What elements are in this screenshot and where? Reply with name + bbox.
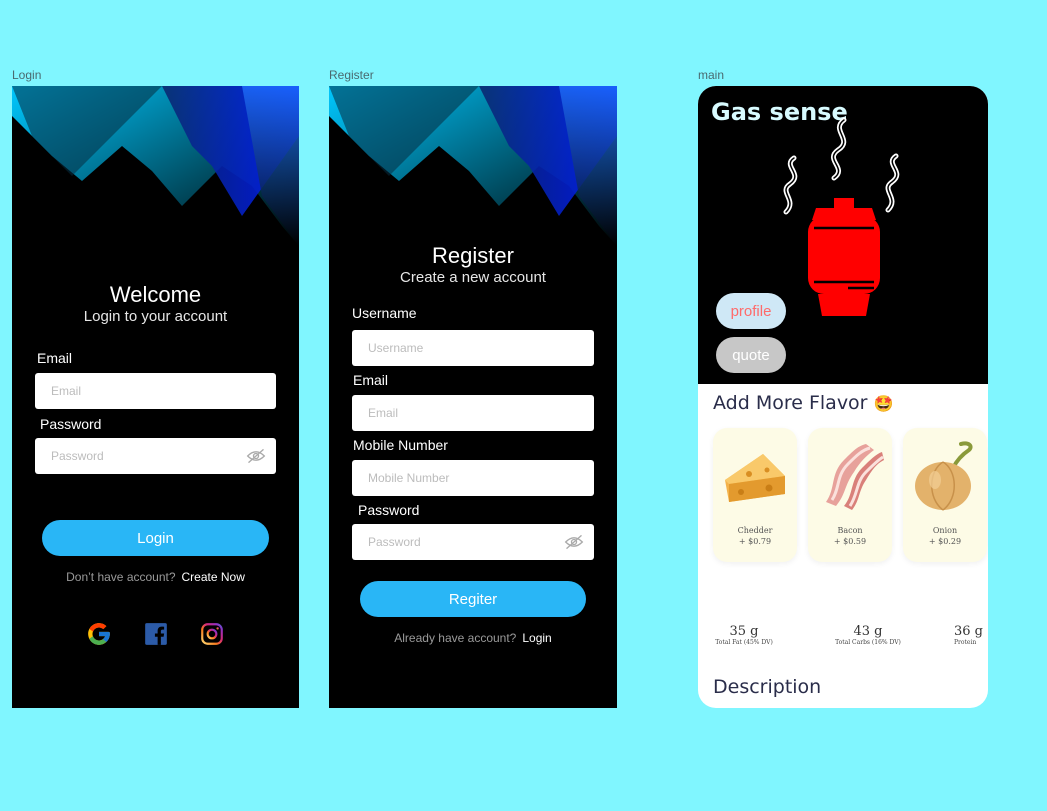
email-input[interactable] <box>368 406 549 420</box>
login-prompt: Already have account? Login <box>329 631 617 645</box>
password-field[interactable] <box>35 438 276 474</box>
instagram-icon[interactable] <box>199 621 225 647</box>
main-screen: Gas sense profile quote Add More Flavor … <box>698 86 988 708</box>
flavor-card-bacon[interactable]: Bacon + $0.59 <box>808 428 892 562</box>
mobile-field[interactable] <box>352 460 594 496</box>
eye-off-icon[interactable] <box>564 533 584 551</box>
mobile-input[interactable] <box>368 471 549 485</box>
register-button[interactable]: Regiter <box>360 581 586 617</box>
google-icon[interactable] <box>86 621 112 647</box>
nutrition-fat: 35 g Total Fat (45% DV) <box>712 624 776 646</box>
nutrition-carbs: 43 g Total Carbs (16% DV) <box>830 624 906 646</box>
cheese-icon <box>725 454 785 502</box>
login-link[interactable]: Login <box>522 631 551 645</box>
nutrition-label: Total Carbs (16% DV) <box>835 639 901 646</box>
card-name: Onion <box>932 526 958 535</box>
register-subtitle: Create a new account <box>400 269 546 286</box>
no-account-text: Don’t have account? <box>66 570 176 584</box>
password-field[interactable] <box>352 524 594 560</box>
quote-button[interactable]: quote <box>716 337 786 373</box>
password-label: Password <box>358 502 420 518</box>
card-price: + $0.79 <box>738 537 772 546</box>
email-field[interactable] <box>352 395 594 431</box>
login-title: Welcome <box>109 282 202 307</box>
facebook-icon[interactable] <box>143 621 169 647</box>
profile-button[interactable]: profile <box>716 293 786 329</box>
username-label: Username <box>352 305 417 321</box>
login-subtitle: Login to your account <box>83 308 228 325</box>
frame-label-main: main <box>698 68 725 82</box>
hero-panel: Gas sense profile quote <box>698 86 988 384</box>
password-input[interactable] <box>51 449 231 463</box>
star-eyes-emoji: 🤩 <box>873 394 894 413</box>
username-field[interactable] <box>352 330 594 366</box>
password-input[interactable] <box>368 535 549 549</box>
mobile-label: Mobile Number <box>353 437 448 453</box>
username-input[interactable] <box>368 341 549 355</box>
nutrition-value: 43 g <box>853 624 883 639</box>
nutrition-label: Protein <box>954 639 977 646</box>
nutrition-value: 36 g <box>954 624 983 639</box>
email-field[interactable] <box>35 373 276 409</box>
nutrition-value: 35 g <box>729 624 759 639</box>
header-art <box>329 86 617 246</box>
email-label: Email <box>353 372 389 388</box>
flavor-title-text: Add More Flavor <box>713 392 868 414</box>
nutrition-protein: 36 g Protein <box>954 624 988 646</box>
email-input[interactable] <box>51 384 231 398</box>
card-name: Bacon <box>837 526 863 535</box>
flavor-card-onion[interactable]: Onion + $0.29 <box>903 428 987 562</box>
have-account-text: Already have account? <box>394 631 517 645</box>
login-button[interactable]: Login <box>42 520 269 556</box>
card-price: + $0.29 <box>928 537 962 546</box>
card-price: + $0.59 <box>833 537 867 546</box>
nutrition-label: Total Fat (45% DV) <box>715 639 773 646</box>
description-title: Description <box>713 676 822 698</box>
email-label: Email <box>37 350 73 366</box>
frame-label-login: Login <box>12 68 42 82</box>
flavor-card-chedder[interactable]: Chedder + $0.79 <box>713 428 797 562</box>
gas-cylinder-icon <box>783 117 900 316</box>
signup-prompt: Don’t have account? Create Now <box>12 570 299 584</box>
register-title: Register <box>432 243 514 268</box>
flavor-section-title: Add More Flavor 🤩 <box>713 392 893 414</box>
header-art <box>12 86 299 246</box>
onion-icon <box>915 441 973 511</box>
frame-label-register: Register <box>329 68 374 82</box>
bacon-icon <box>826 444 884 510</box>
register-screen: Register Create a new account Username E… <box>329 86 617 708</box>
eye-off-icon[interactable] <box>246 447 266 465</box>
password-label: Password <box>40 416 102 432</box>
create-now-link[interactable]: Create Now <box>182 570 245 584</box>
login-screen: Welcome Login to your account Email Pass… <box>12 86 299 708</box>
card-name: Chedder <box>737 526 773 535</box>
